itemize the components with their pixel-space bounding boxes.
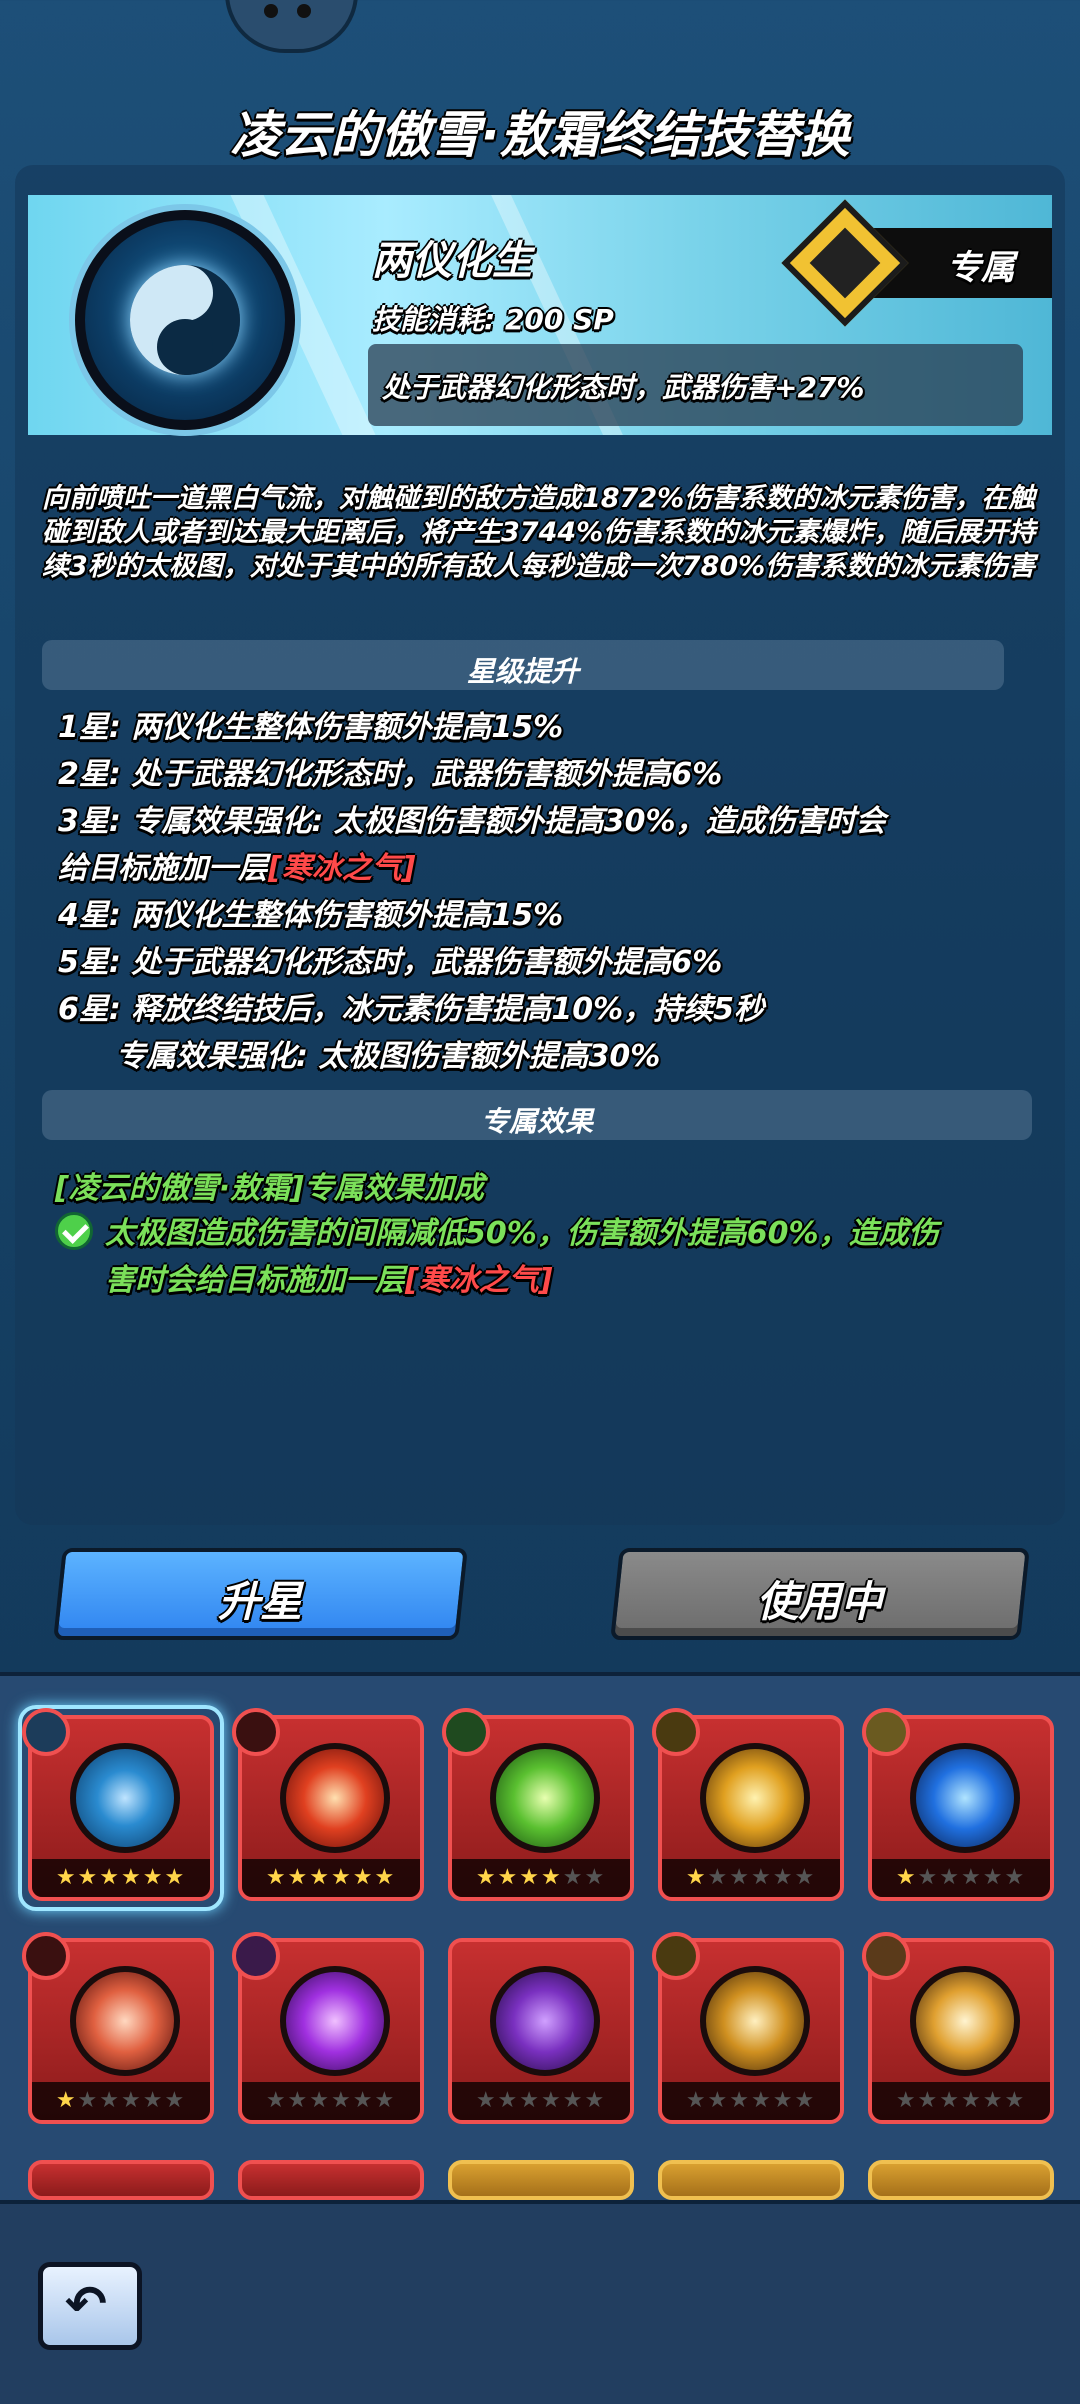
exclusive-line-2: 害时会给目标施加一层[寒冰之气] <box>105 1257 1005 1304</box>
star-line-4: 4星: 两仪化生整体伤害额外提高15% <box>58 898 564 933</box>
skill-effect: 处于武器幻化形态时，武器伤害+27% <box>382 371 865 404</box>
upgrade-star-label: 升星 <box>218 1577 303 1626</box>
star-rating: ★★★★★★ <box>242 1859 420 1897</box>
star-rating: ★★★★★★ <box>452 1859 630 1897</box>
star-rating: ★★★★★★ <box>662 1859 840 1897</box>
character-avatar-icon <box>22 1932 70 1980</box>
fire-planet-skill-icon <box>70 1966 180 2076</box>
page-title: 凌云的傲雪·敖霜终结技替换 <box>230 106 850 164</box>
purple-cauldron-skill-icon <box>490 1966 600 2076</box>
star-line-2: 2星: 处于武器幻化形态时，武器伤害额外提高6% <box>58 757 723 792</box>
golden-figure-skill-icon <box>700 1966 810 2076</box>
star-line-5: 5星: 处于武器幻化形态时，武器伤害额外提高6% <box>58 945 723 980</box>
frost-tag: [寒冰之气] <box>268 851 416 886</box>
star-section-header: 星级提升 <box>42 640 1004 690</box>
lightning-skill-icon <box>700 1743 810 1853</box>
upgrade-star-button[interactable]: 升星 <box>53 1548 468 1640</box>
blue-flame-skill-icon <box>910 1743 1020 1853</box>
star-rating: ★★★★★★ <box>32 1859 210 1897</box>
skill-description: 向前喷吐一道黑白气流，对触碰到的敌方造成1872%伤害系数的冰元素伤害，在触碰到… <box>42 483 1036 582</box>
star-section-title: 星级提升 <box>466 655 579 688</box>
fire-burst-skill-icon <box>280 1743 390 1853</box>
skill-cost: 技能消耗: 200 SP <box>372 303 614 336</box>
skill-card-purple-cauldron[interactable]: ★★★★★★ <box>448 1938 634 2124</box>
skill-card-partial[interactable] <box>448 2160 634 2200</box>
skill-card-partial[interactable] <box>238 2160 424 2200</box>
exclusive-effect-text: 太极图造成伤害的间隔减低50%，伤害额外提高60%，造成伤 害时会给目标施加一层… <box>105 1210 1005 1304</box>
star-line-6: 6星: 释放终结技后，冰元素伤害提高10%，持续5秒 <box>58 992 764 1027</box>
exclusive-line-2-text: 害时会给目标施加一层 <box>105 1263 405 1298</box>
star-rating: ★★★★★★ <box>872 2082 1050 2120</box>
character-avatar-icon <box>232 1932 280 1980</box>
star-rating: ★★★★★★ <box>662 2082 840 2120</box>
character-avatar-icon <box>652 1708 700 1756</box>
star-rating: ★★★★★★ <box>872 1859 1050 1897</box>
purple-orb-skill-icon <box>280 1966 390 2076</box>
star-line-6-cont: 专属效果强化: 太极图伤害额外提高30% <box>116 1039 661 1074</box>
star-rating: ★★★★★★ <box>242 2082 420 2120</box>
star-upgrade-list: 1星: 两仪化生整体伤害额外提高15% 2星: 处于武器幻化形态时，武器伤害额外… <box>58 704 1058 1080</box>
exclusive-effect-header: [凌云的傲雪·敖霜]专属效果加成 <box>55 1171 484 1206</box>
skill-name: 两仪化生 <box>372 238 532 284</box>
in-use-button[interactable]: 使用中 <box>610 1548 1030 1640</box>
character-avatar-icon <box>442 1708 490 1756</box>
yin-yang-skill-icon <box>70 1743 180 1853</box>
skill-card-partial[interactable] <box>868 2160 1054 2200</box>
check-icon <box>55 1212 93 1250</box>
green-swirl-skill-icon <box>490 1743 600 1853</box>
star-line-3-text: 给目标施加一层 <box>58 851 268 886</box>
skill-card-partial[interactable] <box>28 2160 214 2200</box>
yin-yang-ice-icon <box>75 210 295 430</box>
exclusive-section-title: 专属效果 <box>480 1105 593 1138</box>
star-line-1: 1星: 两仪化生整体伤害额外提高15% <box>58 710 564 745</box>
back-button[interactable]: ↶ <box>38 2262 142 2350</box>
top-avatar <box>225 0 358 53</box>
skill-card-partial[interactable] <box>658 2160 844 2200</box>
star-rating: ★★★★★★ <box>452 2082 630 2120</box>
back-arrow-icon: ↶ <box>65 2275 107 2333</box>
bottom-bar <box>0 2200 1080 2404</box>
star-line-3: 3星: 专属效果强化: 太极图伤害额外提高30%，造成伤害时会 <box>58 804 886 839</box>
star-rating: ★★★★★★ <box>32 2082 210 2120</box>
avatar-eye <box>297 4 311 18</box>
star-line-3-cont: 给目标施加一层[寒冰之气] <box>58 845 1058 892</box>
character-avatar-icon <box>232 1708 280 1756</box>
character-avatar-icon <box>22 1708 70 1756</box>
character-avatar-icon <box>862 1932 910 1980</box>
exclusive-section-header: 专属效果 <box>42 1090 1032 1140</box>
exclusive-line-1: 太极图造成伤害的间隔减低50%，伤害额外提高60%，造成伤 <box>105 1216 939 1251</box>
in-use-label: 使用中 <box>756 1577 883 1626</box>
golden-slash-skill-icon <box>910 1966 1020 2076</box>
skill-effect-box: 处于武器幻化形态时，武器伤害+27% <box>368 344 1023 426</box>
character-avatar-icon <box>652 1932 700 1980</box>
frost-tag: [寒冰之气] <box>405 1263 553 1298</box>
character-avatar-icon <box>862 1708 910 1756</box>
avatar-eye <box>264 4 278 18</box>
